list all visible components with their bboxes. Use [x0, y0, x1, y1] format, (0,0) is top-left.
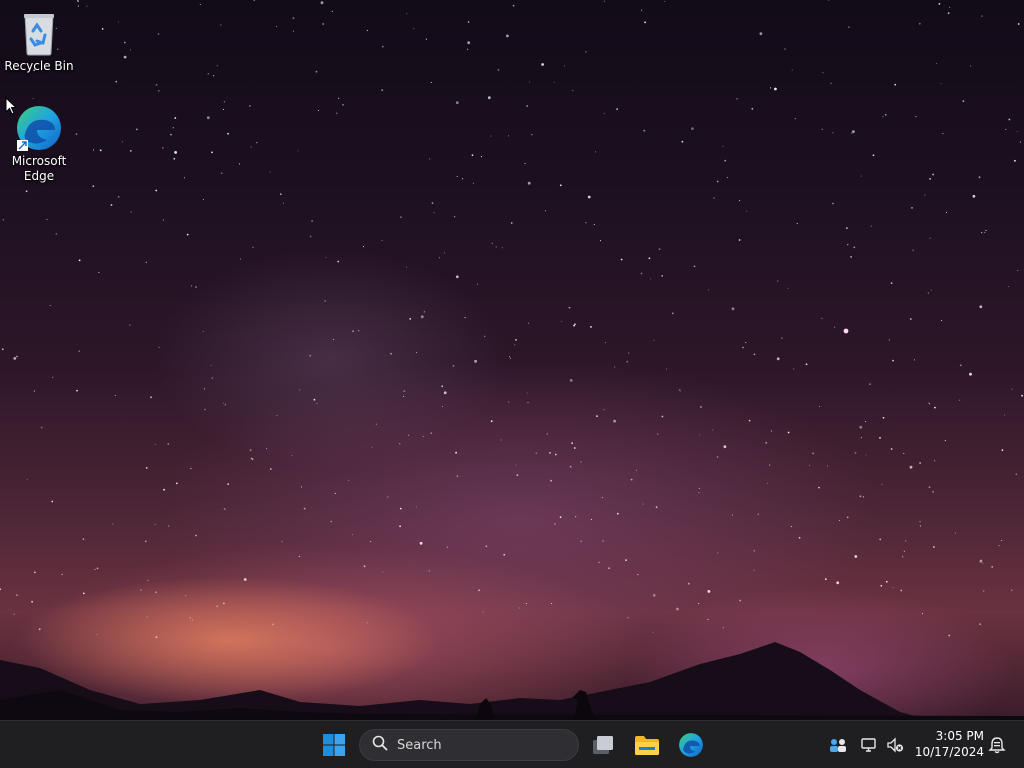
network-icon[interactable] — [856, 729, 882, 761]
desktop-icon-label: Recycle Bin — [4, 59, 74, 73]
clock-date: 10/17/2024 — [914, 745, 984, 759]
system-clock[interactable]: 3:05 PM 10/17/2024 — [912, 728, 984, 760]
edge-icon[interactable] — [675, 729, 707, 761]
search-placeholder: Search — [397, 737, 442, 753]
taskbar: Search 3:05 PM 10/17/2024 — [0, 720, 1024, 768]
search-icon — [372, 735, 388, 755]
file-explorer-icon[interactable] — [631, 729, 663, 761]
taskbar-search-box[interactable]: Search — [359, 729, 579, 761]
task-view-icon[interactable] — [587, 729, 619, 761]
windows-start-icon[interactable] — [318, 729, 350, 761]
notification-bell-icon[interactable] — [986, 729, 1008, 761]
desktop-icon-recycle-bin[interactable]: Recycle Bin — [1, 9, 77, 74]
desktop-icon-label: Microsoft Edge — [11, 154, 67, 183]
desktop-wallpaper: Recycle Bin Microsoft Edge — [0, 0, 1024, 720]
edge-icon — [15, 104, 63, 152]
clock-time: 3:05 PM — [935, 729, 984, 743]
recycle-bin-icon — [15, 9, 63, 57]
mouse-cursor-icon — [5, 96, 18, 119]
people-icon[interactable] — [824, 729, 852, 761]
volume-muted-icon[interactable] — [882, 729, 908, 761]
wallpaper-mountains — [0, 642, 1024, 720]
